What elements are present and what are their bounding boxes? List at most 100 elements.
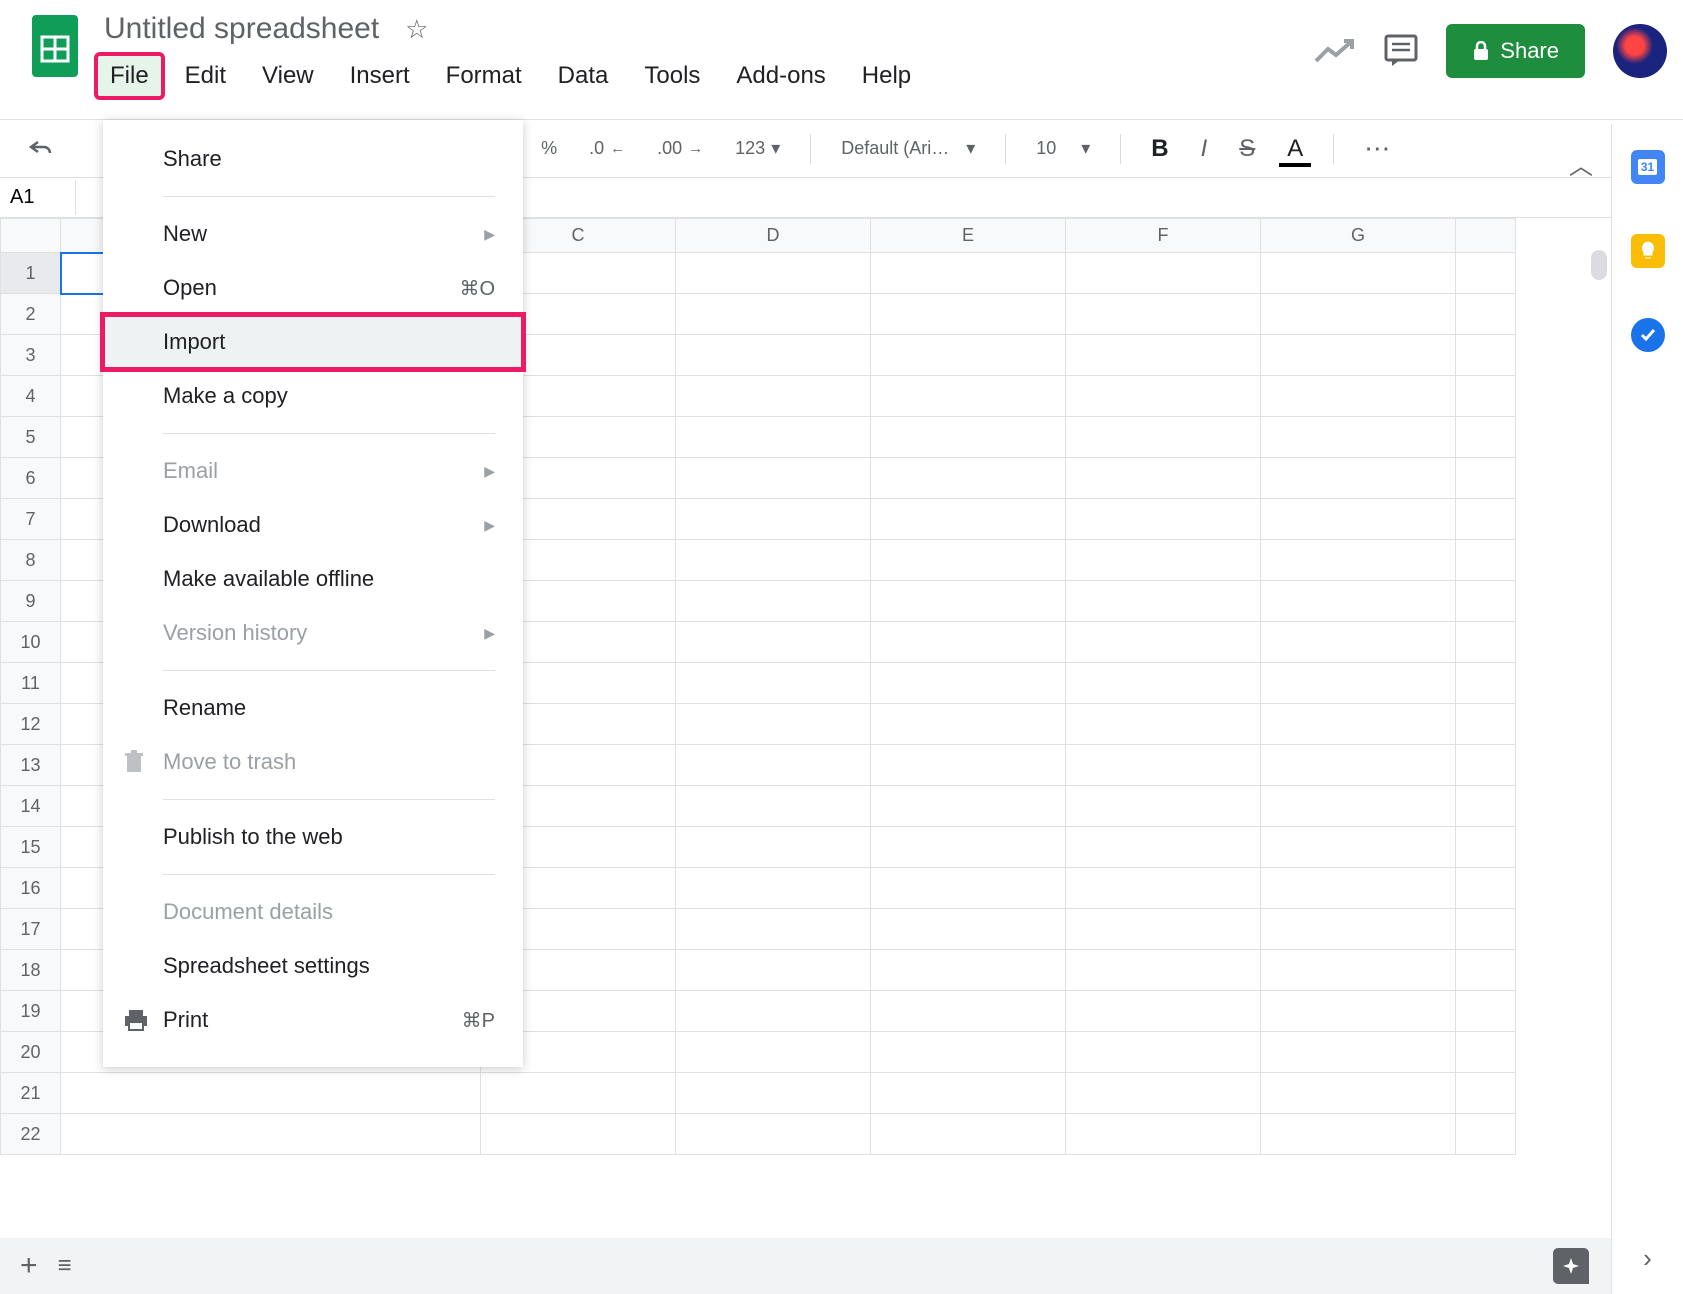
row-header-6[interactable]: 6 <box>1 458 61 499</box>
name-box[interactable]: A1 <box>0 180 76 215</box>
row-header-10[interactable]: 10 <box>1 622 61 663</box>
row-header-20[interactable]: 20 <box>1 1032 61 1073</box>
cell[interactable] <box>1456 581 1516 622</box>
font-family-select[interactable]: Default (Ari…▾ <box>833 134 983 163</box>
comments-icon[interactable] <box>1384 34 1418 68</box>
cell[interactable] <box>676 745 871 786</box>
cell[interactable] <box>1261 868 1456 909</box>
row-header-18[interactable]: 18 <box>1 950 61 991</box>
cell[interactable] <box>1261 294 1456 335</box>
cell[interactable] <box>871 581 1066 622</box>
menu-item-open[interactable]: Open⌘O <box>103 261 523 315</box>
menu-item-download[interactable]: Download▶ <box>103 498 523 552</box>
cell[interactable] <box>676 827 871 868</box>
explore-button[interactable] <box>1553 1248 1589 1284</box>
increase-decimal-button[interactable]: .00→ <box>649 134 711 163</box>
row-header-8[interactable]: 8 <box>1 540 61 581</box>
menu-add-ons[interactable]: Add-ons <box>722 54 839 98</box>
cell[interactable] <box>1066 1032 1261 1073</box>
cell[interactable] <box>1456 909 1516 950</box>
cell[interactable] <box>1261 376 1456 417</box>
cell[interactable] <box>1261 704 1456 745</box>
cell[interactable] <box>871 991 1066 1032</box>
cell[interactable] <box>871 1114 1066 1155</box>
cell[interactable] <box>871 663 1066 704</box>
cell[interactable] <box>1261 745 1456 786</box>
cell[interactable] <box>1456 376 1516 417</box>
add-sheet-button[interactable]: + <box>20 1249 38 1283</box>
cell[interactable] <box>1456 868 1516 909</box>
row-header-16[interactable]: 16 <box>1 868 61 909</box>
row-header-4[interactable]: 4 <box>1 376 61 417</box>
cell[interactable] <box>1261 1073 1456 1114</box>
cell[interactable] <box>1066 335 1261 376</box>
cell[interactable] <box>1456 253 1516 294</box>
italic-button[interactable]: I <box>1193 131 1216 167</box>
select-all-cell[interactable] <box>1 219 61 253</box>
keep-icon[interactable] <box>1631 234 1665 268</box>
strikethrough-button[interactable]: S <box>1231 131 1263 167</box>
cell[interactable] <box>676 376 871 417</box>
cell[interactable] <box>1456 622 1516 663</box>
cell[interactable] <box>1261 950 1456 991</box>
undo-button[interactable] <box>20 135 62 163</box>
cell[interactable] <box>1456 540 1516 581</box>
menu-help[interactable]: Help <box>848 54 925 98</box>
cell[interactable] <box>871 458 1066 499</box>
cell[interactable] <box>676 1073 871 1114</box>
row-header-19[interactable]: 19 <box>1 991 61 1032</box>
cell[interactable] <box>1456 786 1516 827</box>
cell[interactable] <box>1066 376 1261 417</box>
column-header-D[interactable]: D <box>676 219 871 253</box>
cell[interactable] <box>1261 786 1456 827</box>
cell[interactable] <box>676 786 871 827</box>
cell[interactable] <box>871 909 1066 950</box>
account-avatar[interactable] <box>1613 24 1667 78</box>
cell[interactable] <box>871 1073 1066 1114</box>
cell[interactable] <box>1066 622 1261 663</box>
menu-item-share[interactable]: Share <box>103 132 523 186</box>
cell[interactable] <box>676 581 871 622</box>
cell[interactable] <box>481 1073 676 1114</box>
menu-item-import[interactable]: Import <box>103 315 523 369</box>
cell[interactable] <box>871 499 1066 540</box>
cell[interactable] <box>1261 1114 1456 1155</box>
menu-edit[interactable]: Edit <box>171 54 240 98</box>
cell[interactable] <box>1066 704 1261 745</box>
cell[interactable] <box>676 704 871 745</box>
cell[interactable] <box>1066 458 1261 499</box>
cell[interactable] <box>871 253 1066 294</box>
cell[interactable] <box>1456 1114 1516 1155</box>
cell[interactable] <box>1066 1073 1261 1114</box>
menu-tools[interactable]: Tools <box>630 54 714 98</box>
menu-insert[interactable]: Insert <box>336 54 424 98</box>
column-header-E[interactable]: E <box>871 219 1066 253</box>
row-header-14[interactable]: 14 <box>1 786 61 827</box>
cell[interactable] <box>871 335 1066 376</box>
cell[interactable] <box>871 868 1066 909</box>
cell[interactable] <box>676 622 871 663</box>
menu-item-make-available-offline[interactable]: Make available offline <box>103 552 523 606</box>
menu-file[interactable]: File <box>96 54 163 98</box>
row-header-15[interactable]: 15 <box>1 827 61 868</box>
cell[interactable] <box>676 1114 871 1155</box>
cell[interactable] <box>1261 827 1456 868</box>
cell[interactable] <box>676 253 871 294</box>
share-button[interactable]: Share <box>1446 24 1585 78</box>
row-header-17[interactable]: 17 <box>1 909 61 950</box>
vertical-scrollbar[interactable] <box>1591 250 1607 280</box>
cell[interactable] <box>61 1073 481 1114</box>
cell[interactable] <box>871 622 1066 663</box>
font-size-select[interactable]: 10▾ <box>1028 134 1098 163</box>
cell[interactable] <box>1261 663 1456 704</box>
cell[interactable] <box>1456 335 1516 376</box>
cell[interactable] <box>1066 950 1261 991</box>
cell[interactable] <box>676 294 871 335</box>
cell[interactable] <box>1261 622 1456 663</box>
cell[interactable] <box>871 745 1066 786</box>
row-header-13[interactable]: 13 <box>1 745 61 786</box>
cell[interactable] <box>1066 253 1261 294</box>
cell[interactable] <box>676 663 871 704</box>
cell[interactable] <box>676 335 871 376</box>
cell[interactable] <box>1066 294 1261 335</box>
